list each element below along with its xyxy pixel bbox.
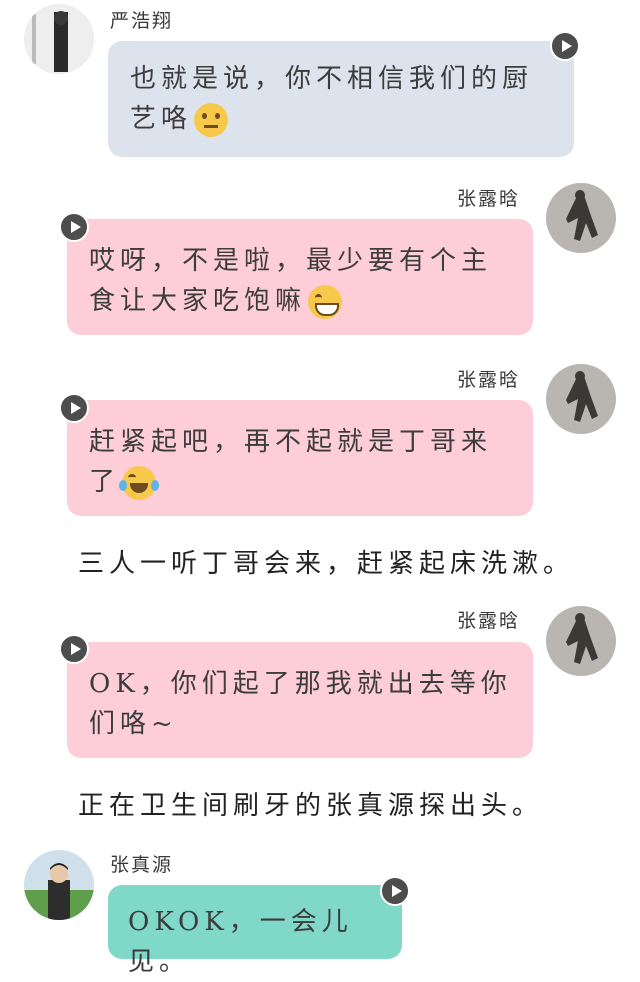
sender-name: 张露晗 xyxy=(457,369,521,391)
neutral-face-emoji xyxy=(194,103,229,137)
play-voice-button[interactable] xyxy=(59,393,89,423)
message-text: 食让大家吃饱嘛 xyxy=(89,286,307,316)
message-text: 了 xyxy=(89,467,121,497)
avatar-zhang-zhenyuan[interactable] xyxy=(24,850,94,920)
message-text: 哎呀，不是啦，最少要有个主 xyxy=(89,246,493,276)
message-bubble[interactable]: 也就是说，你不相信我们的厨 艺咯 xyxy=(108,41,574,157)
avatar-zhang-luhan[interactable] xyxy=(546,364,616,434)
message-text: OKOK，一会儿见。 xyxy=(128,907,353,977)
sender-name: 张真源 xyxy=(110,854,174,876)
avatar-image xyxy=(24,850,94,920)
narration-text: 正在卫生间刷牙的张真源探出头。 xyxy=(78,791,544,821)
message-bubble[interactable]: 哎呀，不是啦，最少要有个主 食让大家吃饱嘛 xyxy=(67,219,533,335)
play-voice-button[interactable] xyxy=(380,876,410,906)
avatar-image xyxy=(546,364,616,434)
avatar-image xyxy=(546,606,616,676)
play-voice-button[interactable] xyxy=(59,634,89,664)
message-text: 也就是说，你不相信我们的厨 xyxy=(130,64,534,94)
message-text: 赶紧起吧，再不起就是丁哥来 xyxy=(89,427,493,457)
tears-of-joy-emoji xyxy=(119,466,160,500)
message-text: OK，你们起了那我就出去等你 xyxy=(89,669,512,699)
avatar-image xyxy=(24,4,94,74)
play-voice-button[interactable] xyxy=(550,31,580,61)
message-bubble[interactable]: OKOK，一会儿见。 xyxy=(108,885,402,977)
avatar-zhang-luhan[interactable] xyxy=(546,183,616,253)
avatar-zhang-luhan[interactable] xyxy=(546,606,616,676)
message-bubble[interactable]: OK，你们起了那我就出去等你 们咯~ xyxy=(67,642,533,758)
message-text: 们咯~ xyxy=(89,709,178,739)
narration-text: 三人一听丁哥会来，赶紧起床洗漱。 xyxy=(78,549,575,579)
avatar-image xyxy=(546,183,616,253)
avatar-yan-haoxiang[interactable] xyxy=(24,4,94,74)
play-voice-button[interactable] xyxy=(59,212,89,242)
grinning-face-emoji xyxy=(308,285,343,319)
message-bubble[interactable]: 赶紧起吧，再不起就是丁哥来了 xyxy=(67,400,533,516)
sender-name: 张露晗 xyxy=(457,188,521,210)
sender-name: 严浩翔 xyxy=(110,10,174,32)
message-text: 艺咯 xyxy=(130,104,193,134)
sender-name: 张露晗 xyxy=(457,610,521,632)
